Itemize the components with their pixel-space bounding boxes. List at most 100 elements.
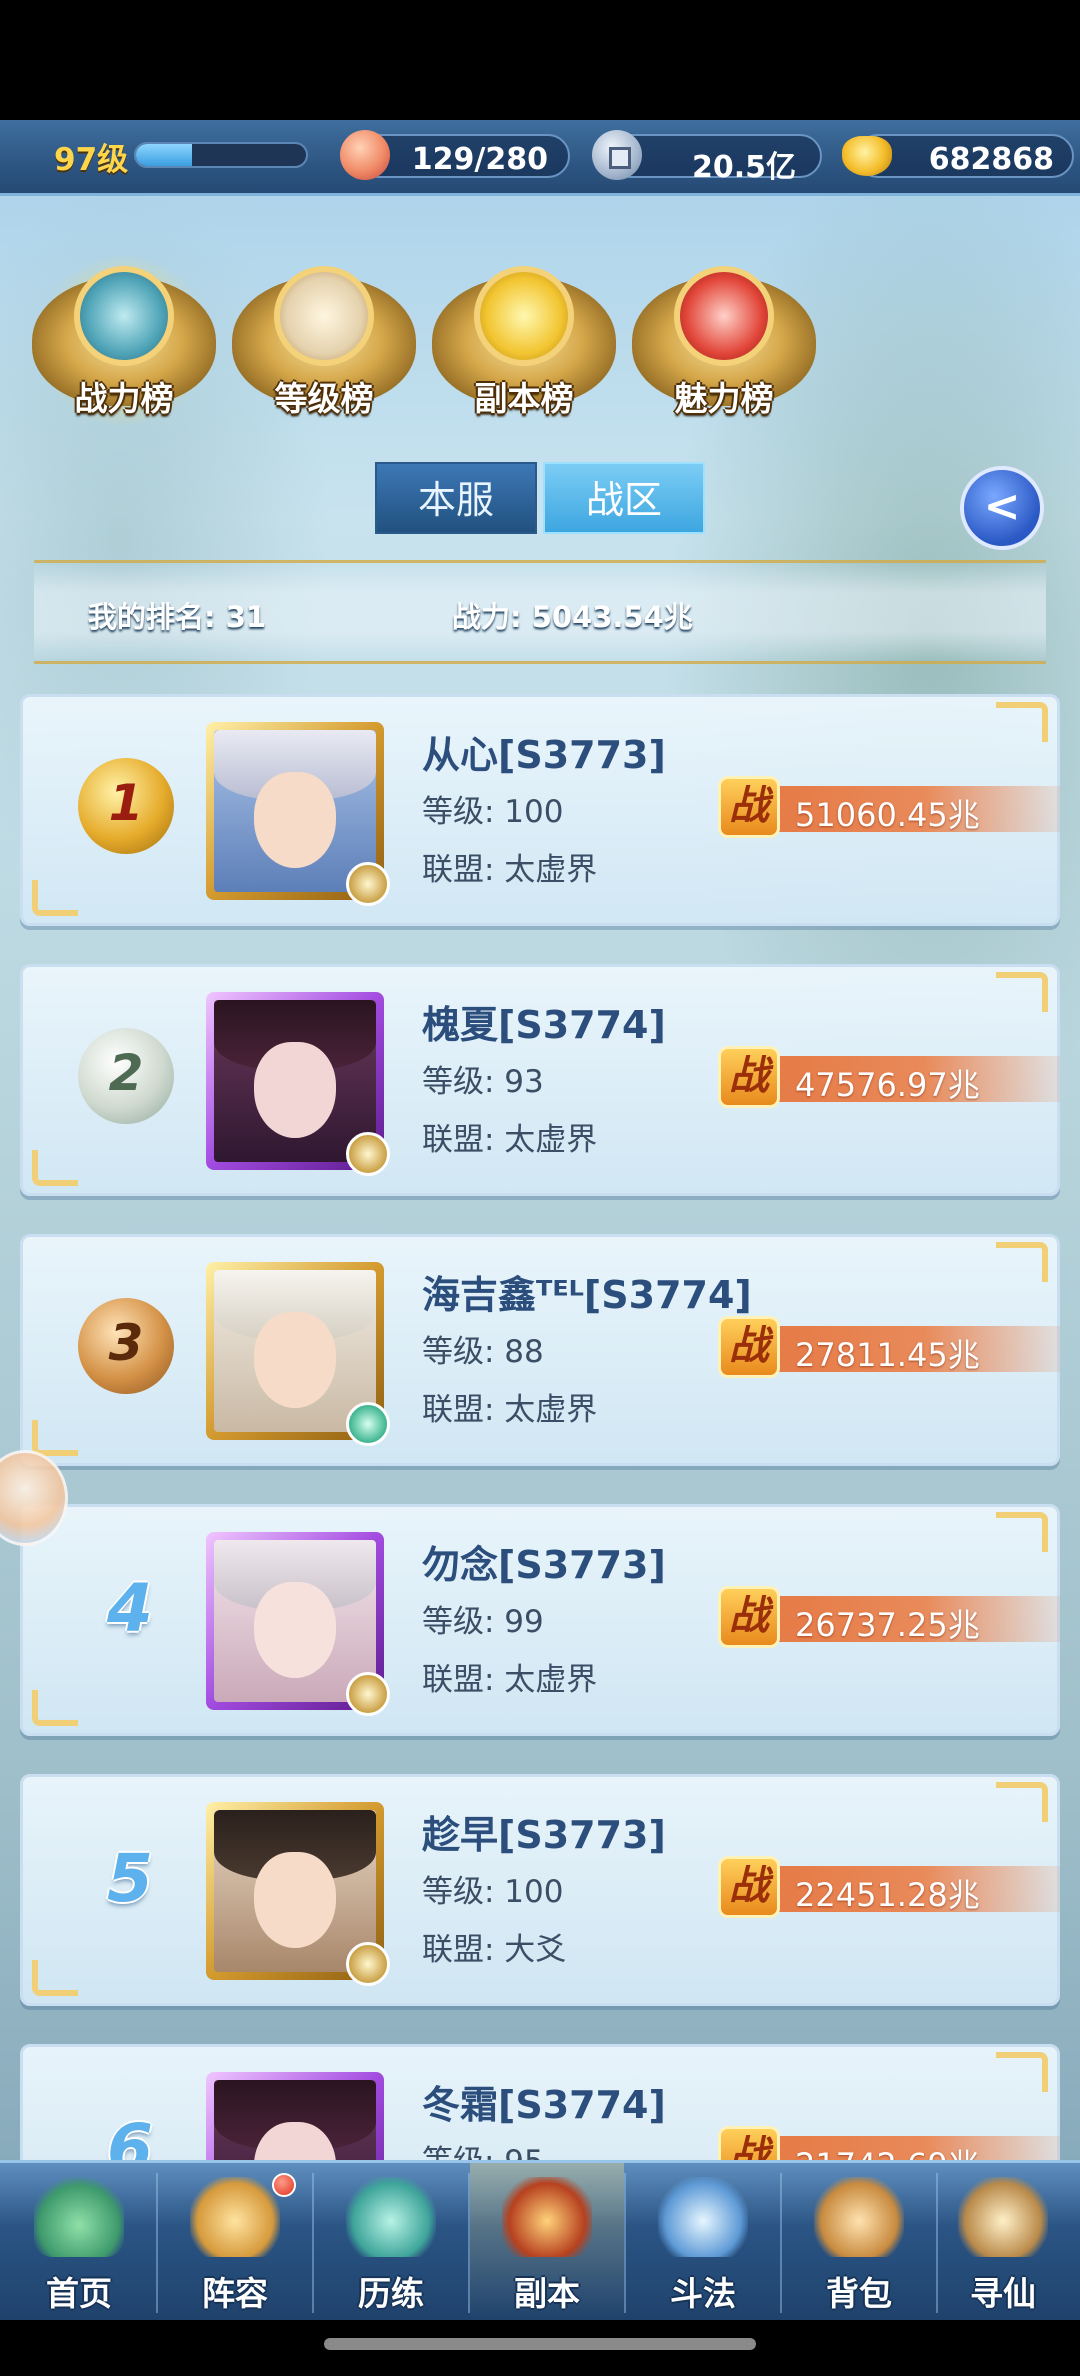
rank-number: 2 <box>108 1044 144 1102</box>
leaderboard-row[interactable]: 4 勿念[S3773] 等级: 99 联盟: 太虚界 战 26737.25兆 <box>20 1504 1060 1740</box>
nav-label: 斗法 <box>670 2274 736 2313</box>
corner-ornament <box>996 1782 1048 1822</box>
corner-ornament <box>32 1420 78 1456</box>
nav-dungeon[interactable]: 副本 <box>470 2163 624 2319</box>
nav-seek-immortal[interactable]: 寻仙 <box>926 2163 1080 2319</box>
bronze-medal-icon: 3 <box>78 1298 174 1394</box>
player-level: 等级: 88 <box>422 1334 544 1370</box>
avatar[interactable] <box>206 1802 390 1986</box>
power-value: 26737.25兆 <box>795 1606 980 1644</box>
battle-power-icon: 战 <box>718 776 780 838</box>
tab-dungeon-ranking[interactable]: 副本榜 <box>432 246 616 422</box>
power-value: 47576.97兆 <box>795 1066 980 1104</box>
avatar[interactable] <box>206 992 390 1176</box>
corner-ornament <box>32 1690 78 1726</box>
player-alliance: 联盟: 太虚界 <box>422 1392 598 1428</box>
player-name: 勿念[S3773] <box>422 1543 666 1587</box>
title-badge-icon <box>346 1942 390 1986</box>
xp-fill <box>136 144 193 166</box>
silver-coin-icon <box>592 130 642 180</box>
corner-ornament <box>32 1150 78 1186</box>
avatar[interactable] <box>206 1262 390 1446</box>
server-zone-toggle[interactable]: 战区 <box>543 462 705 534</box>
gold-ingot-icon <box>842 136 892 176</box>
nav-bag[interactable]: 背包 <box>782 2163 936 2319</box>
temple-gate-icon <box>502 2177 592 2257</box>
my-power-text: 战力: 5043.54兆 <box>452 600 693 634</box>
tab-label: 副本榜 <box>474 379 574 418</box>
leaderboard-screen: 97级 129/280 20.5亿 682868 战力榜 等级榜 副本榜 魅力榜 <box>0 120 1080 2320</box>
title-badge-icon <box>346 1672 390 1716</box>
avatar[interactable] <box>206 1532 390 1716</box>
tab-charm-ranking[interactable]: 魅力榜 <box>632 246 816 422</box>
title-badge-icon <box>346 1402 390 1446</box>
status-bar <box>0 0 1080 120</box>
battle-power-icon: 战 <box>718 1046 780 1108</box>
sword-icon <box>74 266 174 366</box>
home-indicator[interactable] <box>324 2338 756 2350</box>
notification-dot-icon <box>272 2173 296 2197</box>
tab-label: 战力榜 <box>74 379 174 418</box>
leaderboard-row[interactable]: 2 槐夏[S3774] 等级: 93 联盟: 太虚界 战 47576.97兆 <box>20 964 1060 1200</box>
player-name: 趁早[S3773] <box>422 1813 666 1857</box>
power-value: 51060.45兆 <box>795 796 980 834</box>
nav-duel[interactable]: 斗法 <box>626 2163 780 2319</box>
server-local-toggle[interactable]: 本服 <box>375 462 537 534</box>
player-name: 冬霜[S3774] <box>422 2083 666 2127</box>
corner-ornament <box>996 2052 1048 2092</box>
corner-ornament <box>996 972 1048 1012</box>
battle-power-icon: 战 <box>718 1316 780 1378</box>
player-level: 等级: 93 <box>422 1064 544 1100</box>
nav-label: 背包 <box>826 2274 892 2313</box>
silver-value: 20.5亿 <box>691 150 796 185</box>
player-alliance: 联盟: 太虚界 <box>422 852 598 888</box>
gold-value: 682868 <box>928 142 1054 177</box>
player-level: 等级: 100 <box>422 1874 564 1910</box>
nav-training[interactable]: 历练 <box>314 2163 468 2319</box>
nav-label: 首页 <box>46 2274 112 2313</box>
corner-ornament <box>996 702 1048 742</box>
rank-number: 1 <box>108 774 144 832</box>
leaderboard-row[interactable]: 3 海吉鑫ᵀᴱᴸ[S3774] 等级: 88 联盟: 太虚界 战 27811.4… <box>20 1234 1060 1470</box>
peach-icon <box>340 130 390 180</box>
resource-bar: 97级 129/280 20.5亿 682868 <box>0 120 1080 196</box>
gold-medal-icon: 1 <box>78 758 174 854</box>
cards-icon <box>190 2177 280 2257</box>
power-value: 22451.28兆 <box>795 1876 980 1914</box>
tab-power-ranking[interactable]: 战力榜 <box>32 246 216 426</box>
nav-lineup[interactable]: 阵容 <box>158 2163 312 2319</box>
rank-number: 4 <box>107 1570 153 1647</box>
corner-ornament <box>996 1242 1048 1282</box>
leaderboard-row[interactable]: 5 趁早[S3773] 等级: 100 联盟: 大爻 战 22451.28兆 <box>20 1774 1060 2010</box>
player-name: 从心[S3773] <box>422 733 666 777</box>
power-value: 27811.45兆 <box>795 1336 980 1374</box>
title-badge-icon <box>346 862 390 906</box>
heart-icon <box>674 266 774 366</box>
battle-power-icon: 战 <box>718 1586 780 1648</box>
nav-label: 副本 <box>514 2274 580 2313</box>
player-alliance: 联盟: 太虚界 <box>422 1662 598 1698</box>
tab-label: 魅力榜 <box>674 379 774 418</box>
tab-level-ranking[interactable]: 等级榜 <box>232 246 416 422</box>
player-level: 97级 <box>54 142 129 178</box>
corner-ornament <box>996 1512 1048 1552</box>
player-alliance: 联盟: 大爻 <box>422 1932 567 1968</box>
player-name: 海吉鑫ᵀᴱᴸ[S3774] <box>422 1273 752 1317</box>
xp-bar <box>134 142 308 168</box>
bottom-nav: 首页 阵容 历练 副本 斗法 背包 寻仙 <box>0 2160 1080 2320</box>
avatar[interactable] <box>206 722 390 906</box>
silver-medal-icon: 2 <box>78 1028 174 1124</box>
star-icon <box>474 266 574 366</box>
drum-icon <box>274 266 374 366</box>
nav-home[interactable]: 首页 <box>2 2163 156 2319</box>
pavilion-icon <box>658 2177 748 2257</box>
my-rank-text: 我的排名: 31 <box>88 600 267 634</box>
leaderboard-row[interactable]: 1 从心[S3773] 等级: 100 联盟: 太虚界 战 51060.45兆 <box>20 694 1060 930</box>
player-level: 等级: 100 <box>422 794 564 830</box>
player-alliance: 联盟: 太虚界 <box>422 1122 598 1158</box>
player-level: 等级: 99 <box>422 1604 544 1640</box>
corner-ornament <box>32 1960 78 1996</box>
rank-number: 5 <box>107 1840 153 1917</box>
back-arrow-icon[interactable]: < <box>960 466 1044 550</box>
bag-icon <box>814 2177 904 2257</box>
